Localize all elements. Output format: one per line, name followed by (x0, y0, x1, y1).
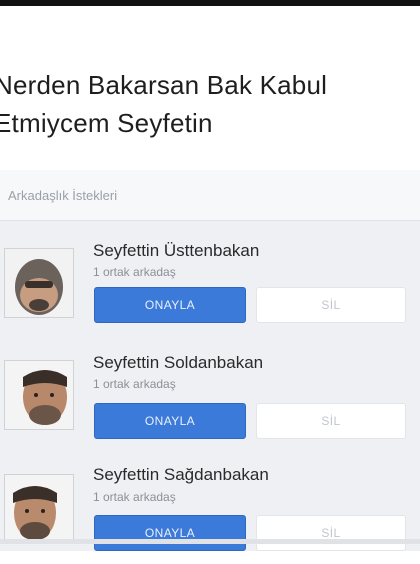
delete-button[interactable]: SİL (256, 403, 406, 439)
avatar[interactable] (4, 360, 74, 430)
friend-request-item: Seyfettin Soldanbakan 1 ortak arkadaş ON… (0, 342, 420, 454)
confirm-button[interactable]: ONAYLA (94, 403, 246, 439)
friend-request-item: Seyfettin Sağdanbakan 1 ortak arkadaş ON… (0, 452, 420, 564)
mutual-friends: 1 ortak arkadaş (93, 490, 176, 504)
confirm-button[interactable]: ONAYLA (94, 287, 246, 323)
top-bar (0, 0, 420, 6)
panel-header: Arkadaşlık İstekleri (0, 170, 420, 221)
friend-request-item: Seyfettin Üsttenbakan 1 ortak arkadaş ON… (0, 230, 420, 342)
mutual-friends: 1 ortak arkadaş (93, 377, 176, 391)
mutual-friends: 1 ortak arkadaş (93, 265, 176, 279)
requester-name[interactable]: Seyfettin Üsttenbakan (93, 241, 259, 261)
requester-name[interactable]: Seyfettin Sağdanbakan (93, 465, 269, 485)
caption-line-2: Etmiycem Seyfetin (0, 108, 213, 138)
delete-button[interactable]: SİL (256, 515, 406, 551)
profile-photo-icon (5, 475, 73, 543)
bottom-edge (0, 539, 420, 544)
caption-line-1: Nerden Bakarsan Bak Kabul (0, 70, 328, 100)
meme-caption: Nerden Bakarsan Bak Kabul Etmiycem Seyfe… (0, 66, 420, 142)
profile-photo-icon (5, 249, 73, 317)
avatar[interactable] (4, 248, 74, 318)
delete-button[interactable]: SİL (256, 287, 406, 323)
confirm-button[interactable]: ONAYLA (94, 515, 246, 551)
panel-title: Arkadaşlık İstekleri (8, 188, 118, 203)
profile-photo-icon (5, 361, 73, 429)
requester-name[interactable]: Seyfettin Soldanbakan (93, 353, 263, 373)
avatar[interactable] (4, 474, 74, 544)
